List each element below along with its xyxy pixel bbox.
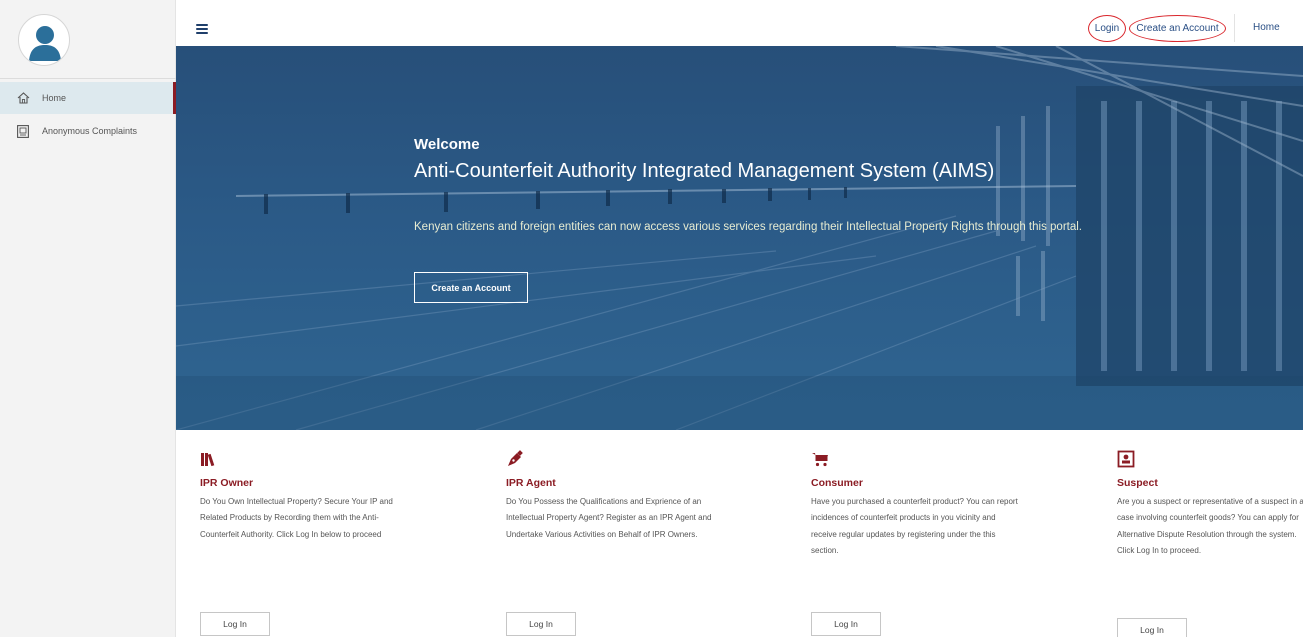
user-avatar-icon (29, 26, 61, 61)
card-consumer: Consumer Have you purchased a counterfei… (811, 450, 1021, 636)
sidebar-item-anonymous-complaints[interactable]: Anonymous Complaints (0, 115, 176, 147)
sidebar-item-label: Anonymous Complaints (42, 126, 138, 136)
books-icon (200, 450, 218, 468)
topbar-divider (1234, 14, 1235, 42)
card-title: IPR Owner (200, 477, 254, 489)
create-account-label: Create an Account (1136, 23, 1219, 34)
card-title: Suspect (1117, 477, 1158, 489)
hero-title: Anti-Counterfeit Authority Integrated Ma… (414, 160, 995, 182)
hero-create-account-button[interactable]: Create an Account (414, 272, 528, 303)
id-badge-icon (1117, 450, 1135, 468)
card-title: Consumer (811, 477, 863, 489)
card-text: Have you purchased a counterfeit product… (811, 497, 1018, 555)
card-suspect: Suspect Are you a suspect or representat… (1117, 450, 1303, 637)
hero-background-image (176, 46, 1303, 430)
sidebar-divider (0, 78, 176, 79)
login-label: Login (1094, 23, 1120, 34)
sidebar: Home Anonymous Complaints (0, 0, 176, 637)
card-text: Are you a suspect or representative of a… (1117, 497, 1303, 555)
hero-banner: Welcome Anti-Counterfeit Authority Integ… (176, 46, 1303, 430)
card-text: Do You Own Intellectual Property? Secure… (200, 497, 393, 539)
sidebar-item-label: Home (42, 93, 67, 103)
top-bar: Login Create an Account Home (176, 0, 1303, 46)
complaints-icon (16, 124, 30, 138)
pen-nib-icon (506, 450, 524, 468)
ipr-agent-login-button[interactable]: Log In (506, 612, 576, 636)
login-link[interactable]: Login (1088, 15, 1126, 42)
home-icon (16, 91, 30, 105)
avatar[interactable] (18, 14, 70, 66)
home-link[interactable]: Home (1253, 22, 1280, 33)
card-title: IPR Agent (506, 477, 556, 489)
card-ipr-owner: IPR Owner Do You Own Intellectual Proper… (200, 450, 410, 636)
hero-description: Kenyan citizens and foreign entities can… (414, 221, 1082, 233)
menu-icon[interactable] (196, 24, 208, 34)
hero-welcome: Welcome (414, 136, 480, 153)
create-account-link[interactable]: Create an Account (1129, 15, 1226, 42)
consumer-login-button[interactable]: Log In (811, 612, 881, 636)
ipr-owner-login-button[interactable]: Log In (200, 612, 270, 636)
sidebar-item-home[interactable]: Home (0, 82, 176, 114)
cart-icon (811, 450, 829, 468)
card-ipr-agent: IPR Agent Do You Possess the Qualificati… (506, 450, 716, 636)
card-text: Do You Possess the Qualifications and Ex… (506, 497, 712, 539)
suspect-login-button[interactable]: Log In (1117, 618, 1187, 637)
